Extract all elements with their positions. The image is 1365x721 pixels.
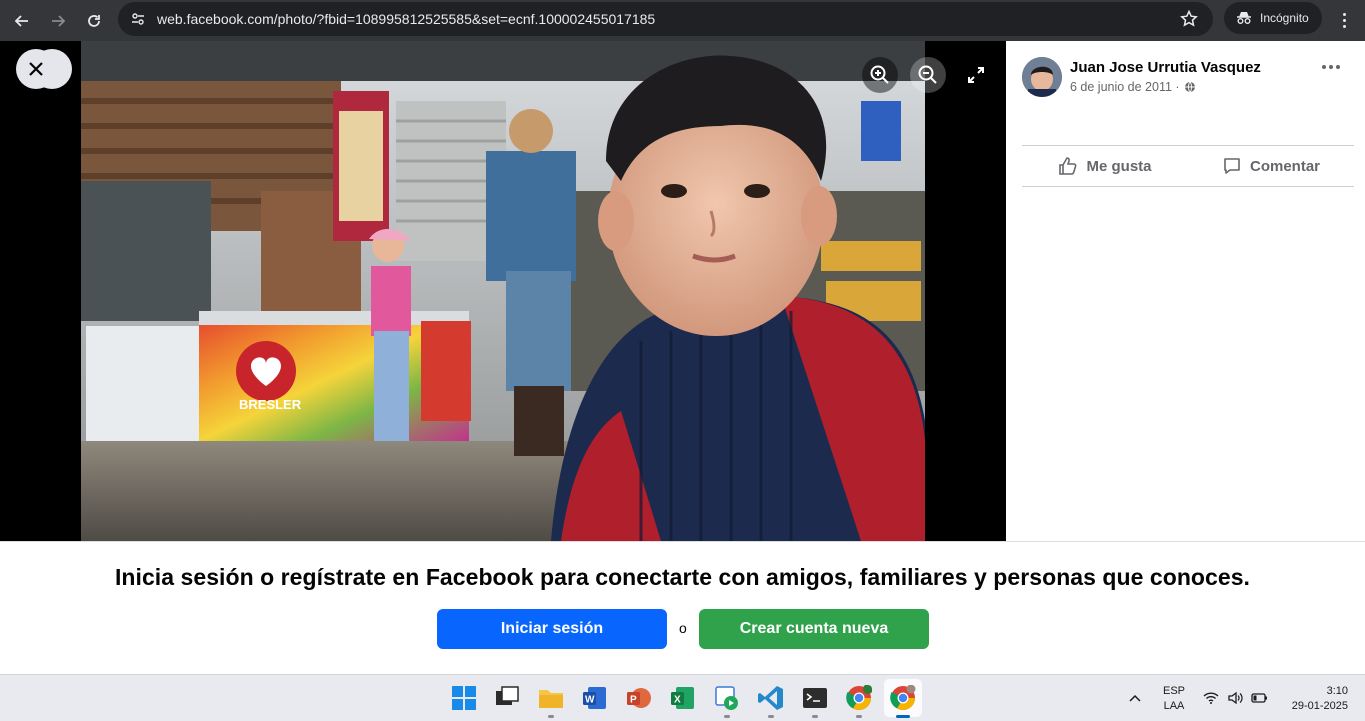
create-account-button[interactable]: Crear cuenta nueva [699,609,929,649]
system-clock[interactable]: 3:10 29-01-2025 [1278,684,1348,714]
comment-label: Comentar [1249,157,1320,175]
photo-image: BRESLER [81,41,925,541]
app-active-indicator [896,715,910,718]
avatar[interactable] [1022,57,1062,97]
excel-icon[interactable]: X [670,685,696,711]
incognito-label: Incógnito [1260,11,1309,25]
address-bar[interactable]: web.facebook.com/photo/?fbid=10899581252… [118,2,1213,36]
clock-date: 29-01-2025 [1291,700,1348,712]
keyboard-language[interactable]: ESP LAA [1160,684,1188,714]
or-separator: o [679,620,687,636]
wifi-icon[interactable] [1203,691,1219,705]
app-running-indicator [856,715,862,718]
app-running-indicator [812,715,818,718]
incognito-icon [1237,12,1251,24]
post-action-bar: Me gusta Comentar [1022,145,1354,187]
post-date-row: 6 de junio de 2011 · [1070,80,1261,94]
expand-icon [968,67,984,83]
svg-text:W: W [585,695,595,706]
zoom-in-icon [870,65,889,84]
thumbs-up-icon [1059,157,1077,175]
chevron-up-icon[interactable] [1128,693,1142,703]
windows-taskbar: W P X ESP LAA 3:10 29-01-2025 [0,674,1365,721]
clock-time: 3:10 [1326,685,1348,697]
bresler-logo-text: BRESLER [239,397,302,412]
task-view-icon[interactable] [494,685,520,711]
reload-button[interactable] [80,7,108,35]
media-player-icon[interactable] [714,685,740,711]
back-button[interactable] [8,7,36,35]
app-running-indicator [768,715,774,718]
site-settings-icon[interactable] [128,9,148,29]
vscode-icon[interactable] [758,685,784,711]
language-code: ESP [1162,685,1185,697]
url-text: web.facebook.com/photo/?fbid=10899581252… [157,11,656,27]
post-side-panel: Juan Jose Urrutia Vasquez 6 de junio de … [1006,41,1365,541]
bookmark-star-icon[interactable] [1179,9,1199,29]
reload-icon [88,14,100,27]
globe-icon [1184,81,1195,93]
close-icon [29,62,43,76]
forward-button[interactable] [44,7,72,35]
keyboard-layout-code: LAA [1163,700,1185,712]
back-arrow-icon [14,14,28,27]
post-date[interactable]: 6 de junio de 2011 · [1070,80,1180,94]
like-button[interactable]: Me gusta [1022,146,1188,186]
terminal-icon[interactable] [802,685,828,711]
comment-button[interactable]: Comentar [1188,146,1354,186]
chrome-icon[interactable] [890,685,916,711]
post-header: Juan Jose Urrutia Vasquez 6 de junio de … [1022,57,1261,97]
login-button[interactable]: Iniciar sesión [437,609,667,649]
app-running-indicator [548,715,554,718]
volume-icon[interactable] [1227,691,1243,705]
incognito-indicator[interactable]: Incógnito [1224,2,1322,34]
close-viewer-button[interactable] [16,49,56,89]
fullscreen-button[interactable] [958,57,994,93]
chrome-profile-icon[interactable] [846,685,872,711]
word-icon[interactable]: W [582,685,608,711]
app-running-indicator [724,715,730,718]
zoom-in-button[interactable] [862,57,898,93]
like-label: Me gusta [1086,157,1152,175]
svg-text:X: X [674,695,681,706]
browser-toolbar: web.facebook.com/photo/?fbid=10899581252… [0,0,1365,41]
login-prompt-title: Inicia sesión o regístrate en Facebook p… [114,564,1250,590]
powerpoint-icon[interactable]: P [626,685,652,711]
post-author-name[interactable]: Juan Jose Urrutia Vasquez [1070,59,1261,76]
file-explorer-icon[interactable] [538,685,564,711]
zoom-out-icon [918,65,937,84]
browser-menu-button[interactable] [1336,8,1352,32]
comment-bubble-icon [1224,158,1240,174]
svg-text:P: P [630,695,637,706]
battery-icon[interactable] [1251,692,1268,704]
photo-viewer: BRESLER [0,41,1006,541]
post-options-button[interactable] [1322,65,1340,69]
windows-start-icon[interactable] [451,685,477,711]
zoom-out-button[interactable] [910,57,946,93]
login-prompt-banner: Inicia sesión o regístrate en Facebook p… [0,541,1365,674]
forward-arrow-icon [52,14,66,27]
